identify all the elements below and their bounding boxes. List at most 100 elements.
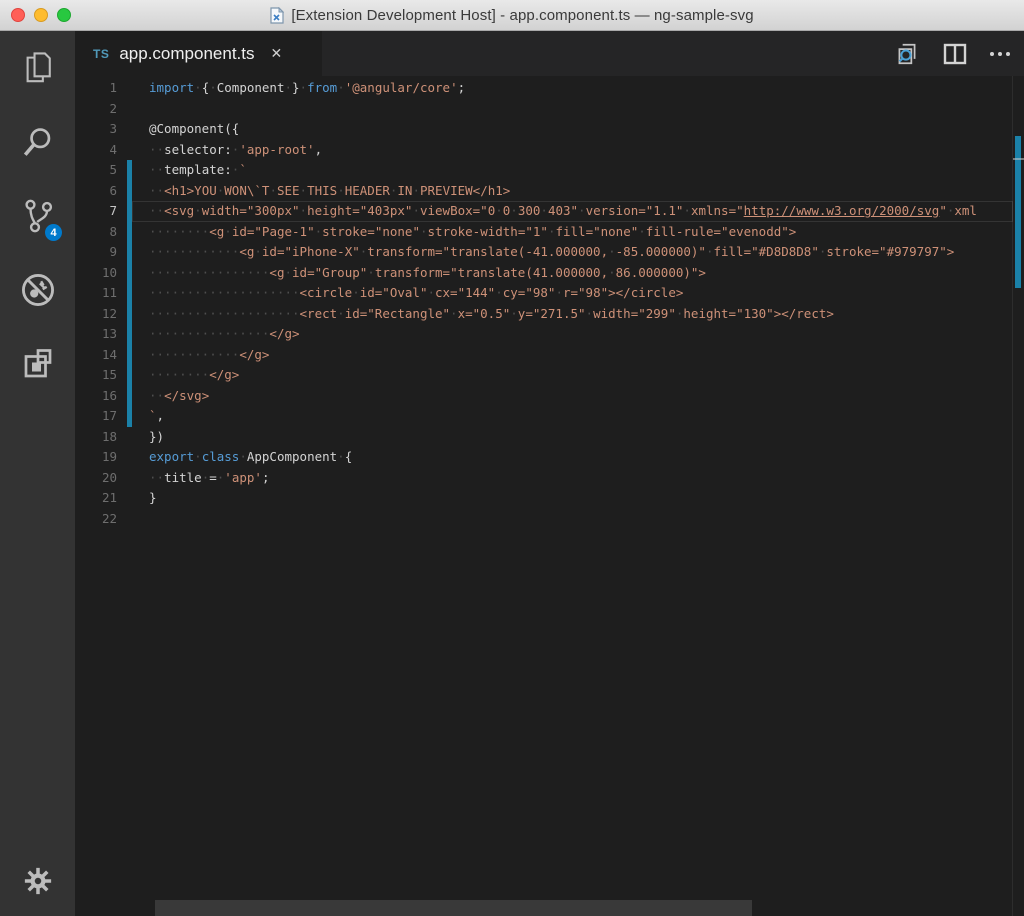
line-number: 10: [101, 264, 117, 280]
line-number: 4: [109, 141, 117, 157]
code-line-7[interactable]: 7 ··<svg·width="300px"·height="403px"·vie…: [75, 201, 1024, 222]
activity-bar: 4: [0, 31, 75, 916]
code-text: ················</g>: [149, 326, 300, 341]
sidebar-item-search[interactable]: [0, 119, 75, 165]
code-text: ··title·=·'app';: [149, 469, 270, 485]
bug-disabled-icon: [19, 271, 57, 309]
minimize-window-button[interactable]: [34, 8, 48, 22]
split-editor-button[interactable]: [943, 43, 967, 65]
code-line-22[interactable]: 22: [75, 509, 1024, 530]
code-line-4[interactable]: 4 ··selector:·'app-root',: [75, 140, 1024, 161]
zoom-window-button[interactable]: [57, 8, 71, 22]
overview-ruler: [1012, 76, 1024, 916]
close-window-button[interactable]: [11, 8, 25, 22]
extensions-icon: [20, 346, 56, 382]
code-line-3[interactable]: 3 @Component({: [75, 119, 1024, 140]
code-text: export·class·AppComponent·{: [149, 449, 353, 464]
code-line-17[interactable]: 17 `,: [75, 406, 1024, 427]
line-number: 6: [109, 182, 117, 198]
horizontal-scrollbar[interactable]: [155, 900, 752, 916]
open-preview-button[interactable]: [894, 41, 920, 67]
code-line-16[interactable]: 16 ··</svg>: [75, 385, 1024, 406]
code-line-19[interactable]: 19 export·class·AppComponent·{: [75, 447, 1024, 468]
code-lines: 1 import·{·Component·}·from·'@angular/cor…: [75, 76, 1024, 529]
line-number: 11: [101, 285, 117, 300]
code-text: ··template:·`: [149, 162, 247, 177]
window-titlebar: [Extension Development Host] - app.compo…: [0, 0, 1024, 31]
code-editor[interactable]: 1 import·{·Component·}·from·'@angular/cor…: [75, 76, 1024, 916]
code-line-15[interactable]: 15 ········</g>: [75, 365, 1024, 386]
code-text: import·{·Component·}·from·'@angular/core…: [149, 80, 466, 95]
line-number: 3: [109, 121, 117, 136]
line-number: 22: [101, 510, 117, 526]
files-icon: [21, 50, 55, 86]
settings-button[interactable]: [0, 858, 75, 904]
more-actions-button[interactable]: [990, 51, 1010, 56]
code-text: ··<h1>YOU·WON\`T·SEE·THIS·HEADER·IN·PREV…: [149, 182, 511, 198]
code-line-12[interactable]: 12 ····················<rect·id="Rectangl…: [75, 303, 1024, 324]
line-number: 13: [101, 326, 117, 341]
scm-changes-badge: 4: [45, 224, 62, 241]
code-line-2[interactable]: 2: [75, 99, 1024, 120]
code-line-11[interactable]: 11 ····················<circle·id="Oval"·…: [75, 283, 1024, 304]
code-line-1[interactable]: 1 import·{·Component·}·from·'@angular/cor…: [75, 78, 1024, 99]
line-number: 2: [109, 100, 117, 116]
code-text: ················<g·id="Group"·transform=…: [149, 264, 706, 280]
code-line-10[interactable]: 10 ················<g·id="Group"·transfor…: [75, 262, 1024, 283]
code-line-21[interactable]: 21}: [75, 488, 1024, 509]
window-title: [Extension Development Host] - app.compo…: [291, 6, 754, 24]
search-icon: [20, 124, 56, 160]
ellipsis-icon: [990, 51, 1010, 56]
code-text: }): [149, 428, 165, 444]
code-text: ············<g·id="iPhone-X"·transform="…: [149, 244, 955, 259]
code-text: ····················<rect·id="Rectangle"…: [149, 305, 834, 321]
code-text: }: [149, 490, 157, 505]
close-tab-icon[interactable]: ✕: [271, 45, 283, 62]
line-number: 14: [101, 346, 117, 362]
code-line-14[interactable]: 14 ············</g>: [75, 344, 1024, 365]
split-editor-icon: [943, 43, 967, 65]
line-number: 9: [109, 244, 117, 259]
line-number: 16: [101, 387, 117, 403]
code-text: ··selector:·'app-root',: [149, 141, 323, 157]
line-number: 12: [101, 305, 117, 321]
line-number: 15: [101, 367, 117, 382]
sidebar-item-explorer[interactable]: [0, 45, 75, 91]
line-number: 7: [109, 203, 117, 218]
line-number: 17: [101, 408, 117, 423]
line-number: 21: [101, 490, 117, 505]
code-text: @Component({: [149, 121, 240, 136]
code-line-13[interactable]: 13 ················</g>: [75, 324, 1024, 345]
tab-app-component-ts[interactable]: TS app.component.ts ✕: [75, 31, 322, 76]
overview-cursor-marker: [1013, 158, 1024, 160]
file-icon: [270, 6, 285, 24]
gear-icon: [23, 866, 53, 896]
code-text: ············</g>: [149, 346, 270, 362]
sidebar-item-extensions[interactable]: [0, 341, 75, 387]
code-line-9[interactable]: 9 ············<g·id="iPhone-X"·transform=…: [75, 242, 1024, 263]
tab-bar: TS app.component.ts ✕: [75, 31, 1024, 76]
line-number: 19: [101, 449, 117, 464]
line-number: 8: [109, 223, 117, 239]
preview-magnifier-icon: [894, 41, 920, 67]
sidebar-item-source-control[interactable]: 4: [0, 193, 75, 241]
code-text: ········<g·id="Page-1"·stroke="none"·str…: [149, 223, 797, 239]
code-line-6[interactable]: 6 ··<h1>YOU·WON\`T·SEE·THIS·HEADER·IN·PRE…: [75, 180, 1024, 201]
line-number: 18: [101, 428, 117, 444]
tab-label: app.component.ts: [119, 43, 255, 63]
sidebar-item-debug[interactable]: [0, 267, 75, 313]
line-number: 20: [101, 469, 117, 485]
code-line-8[interactable]: 8 ········<g·id="Page-1"·stroke="none"·st…: [75, 221, 1024, 242]
code-text: ··</svg>: [149, 387, 210, 403]
line-number: 5: [109, 162, 117, 177]
code-line-20[interactable]: 20 ··title·=·'app';: [75, 468, 1024, 489]
code-text: ········</g>: [149, 367, 240, 382]
ts-language-icon: TS: [93, 46, 110, 61]
code-line-5[interactable]: 5 ··template:·`: [75, 160, 1024, 181]
line-number: 1: [109, 80, 117, 95]
code-line-18[interactable]: 18}): [75, 427, 1024, 448]
traffic-lights: [11, 8, 71, 22]
code-text: ··<svg·width="300px"·height="403px"·view…: [132, 201, 1013, 222]
